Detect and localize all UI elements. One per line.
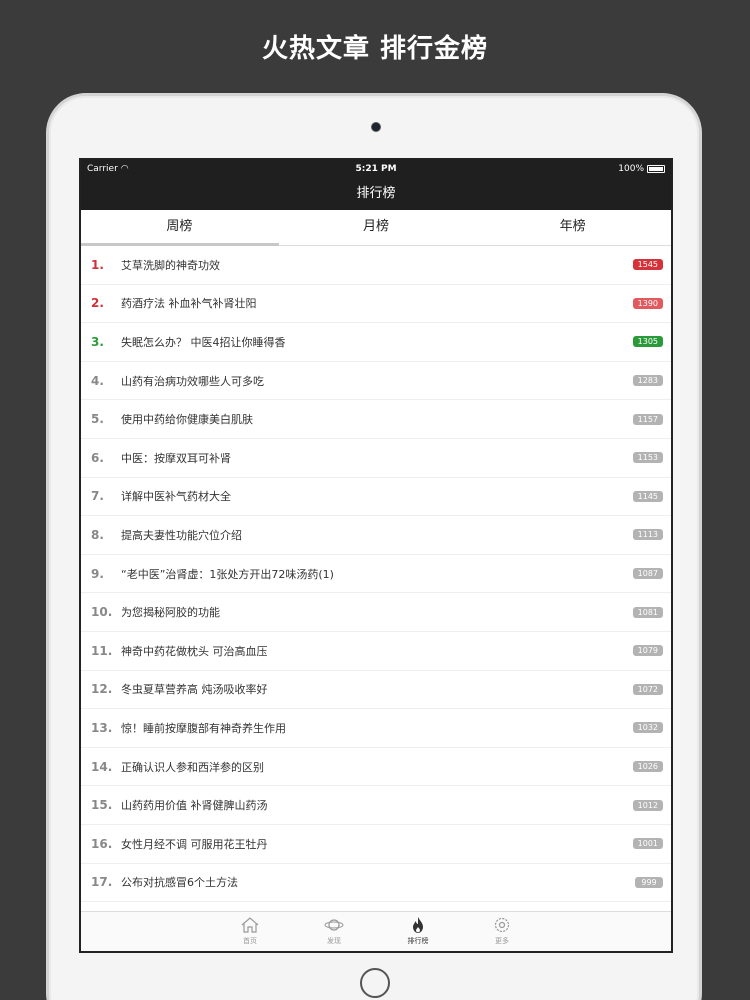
article-title: 冬虫夏草营养高 炖汤吸收率好: [121, 683, 268, 697]
view-count-badge: 1157: [632, 413, 663, 425]
rank-number: 17.: [91, 875, 113, 890]
tabbar-home[interactable]: 首页: [235, 916, 265, 951]
rank-number: 16.: [91, 836, 113, 851]
tabbar-more[interactable]: 更多: [487, 916, 517, 951]
rank-number: 5.: [91, 412, 104, 427]
home-icon: [241, 917, 259, 933]
list-item[interactable]: 15. 山药药用价值 补肾健脾山药汤 1012: [81, 786, 671, 825]
period-tabs: 周榜 月榜 年榜: [81, 210, 671, 246]
view-count-badge: 1001: [632, 838, 663, 850]
view-count-badge: 1012: [632, 799, 663, 811]
article-title: 使用中药给你健康美白肌肤: [121, 413, 253, 427]
list-item[interactable]: 4. 山药有治病功效哪些人可多吃 1283: [81, 362, 671, 401]
bottom-tab-bar: 首页 发现 排行榜 更多: [81, 911, 671, 951]
article-title: 为您揭秘阿胶的功能: [121, 606, 220, 620]
list-item[interactable]: 6. 中医：按摩双耳可补肾 1153: [81, 439, 671, 478]
view-count-badge: 1032: [632, 722, 663, 734]
battery-icon: [647, 165, 665, 173]
home-button[interactable]: [360, 968, 390, 998]
status-bar: Carrier ◠ 5:21 PM 100%: [81, 160, 671, 178]
rank-number: 7.: [91, 489, 104, 504]
article-title: 山药有治病功效哪些人可多吃: [121, 374, 264, 388]
view-count-badge: 1283: [632, 375, 663, 387]
gear-icon: [494, 917, 510, 933]
article-title: 药酒疗法 补血补气补肾壮阳: [121, 297, 257, 311]
rank-number: 12.: [91, 682, 113, 697]
list-item[interactable]: 3. 失眠怎么办？ 中医4招让你睡得香 1305: [81, 323, 671, 362]
tab-weekly[interactable]: 周榜: [81, 210, 278, 245]
planet-icon: [324, 919, 344, 931]
rank-number: 15.: [91, 798, 113, 813]
article-title: “老中医”治肾虚：1张处方开出72味汤药(1): [121, 567, 334, 581]
camera-icon: [371, 122, 381, 132]
list-item[interactable]: 13. 惊！睡前按摩腹部有神奇养生作用 1032: [81, 709, 671, 748]
flame-icon: [413, 917, 423, 933]
list-item[interactable]: 11. 神奇中药花做枕头 可治高血压 1079: [81, 632, 671, 671]
article-title: 详解中医补气药材大全: [121, 490, 231, 504]
tabbar-ranking[interactable]: 排行榜: [403, 916, 433, 951]
rank-number: 8.: [91, 527, 104, 542]
view-count-badge: 1113: [632, 529, 663, 541]
rank-number: 2.: [91, 296, 104, 311]
article-title: 公布对抗感冒6个土方法: [121, 876, 238, 890]
rank-number: 13.: [91, 720, 113, 735]
rank-number: 4.: [91, 373, 104, 388]
view-count-badge: 999: [635, 876, 663, 888]
battery-percent: 100%: [618, 164, 644, 174]
tabbar-home-label: 首页: [243, 937, 257, 945]
list-item[interactable]: 7. 详解中医补气药材大全 1145: [81, 478, 671, 517]
tabbar-discover[interactable]: 发现: [319, 916, 349, 951]
rank-number: 9.: [91, 566, 104, 581]
rank-number: 10.: [91, 605, 113, 620]
rank-number: 6.: [91, 450, 104, 465]
view-count-badge: 1026: [632, 761, 663, 773]
list-item[interactable]: 10. 为您揭秘阿胶的功能 1081: [81, 593, 671, 632]
tabbar-more-label: 更多: [495, 937, 509, 945]
app-screen: Carrier ◠ 5:21 PM 100% 排行榜 周榜 月榜 年榜 1. 艾草洗…: [79, 158, 673, 953]
status-time: 5:21 PM: [355, 164, 397, 174]
view-count-badge: 1145: [632, 490, 663, 502]
list-item[interactable]: 8. 提高夫妻性功能穴位介绍 1113: [81, 516, 671, 555]
view-count-badge: 1390: [632, 297, 663, 309]
view-count-badge: 1072: [632, 683, 663, 695]
article-title: 失眠怎么办？ 中医4招让你睡得香: [121, 335, 286, 349]
article-title: 神奇中药花做枕头 可治高血压: [121, 644, 268, 658]
list-item[interactable]: 1. 艾草洗脚的神奇功效 1545: [81, 246, 671, 285]
promo-headline: 火热文章 排行金榜: [261, 34, 489, 64]
tabbar-ranking-label: 排行榜: [407, 937, 429, 945]
view-count-badge: 1079: [632, 645, 663, 657]
list-item[interactable]: 2. 药酒疗法 补血补气补肾壮阳 1390: [81, 285, 671, 324]
rank-number: 14.: [91, 759, 113, 774]
list-item[interactable]: 17. 公布对抗感冒6个土方法 999: [81, 864, 671, 903]
tab-monthly[interactable]: 月榜: [278, 210, 475, 245]
article-title: 正确认识人参和西洋参的区别: [121, 760, 264, 774]
list-item[interactable]: 16. 女性月经不调 可服用花王牡丹 1001: [81, 825, 671, 864]
article-title: 中医：按摩双耳可补肾: [121, 451, 231, 465]
view-count-badge: 1545: [632, 259, 663, 271]
view-count-badge: 1081: [632, 606, 663, 618]
battery-indicator: 100%: [618, 164, 665, 174]
list-item[interactable]: 14. 正确认识人参和西洋参的区别 1026: [81, 748, 671, 787]
article-title: 艾草洗脚的神奇功效: [121, 258, 220, 272]
tabbar-discover-label: 发现: [327, 937, 341, 945]
ipad-frame: Carrier ◠ 5:21 PM 100% 排行榜 周榜 月榜 年榜 1. 艾草洗…: [46, 93, 702, 1000]
view-count-badge: 1305: [632, 336, 663, 348]
list-item[interactable]: 9. “老中医”治肾虚：1张处方开出72味汤药(1) 1087: [81, 555, 671, 594]
view-count-badge: 1153: [632, 452, 663, 464]
article-title: 惊！睡前按摩腹部有神奇养生作用: [121, 721, 286, 735]
article-list[interactable]: 1. 艾草洗脚的神奇功效 1545 2. 药酒疗法 补血补气补肾壮阳 1390 3. 失眠怎么…: [81, 246, 671, 903]
rank-number: 1.: [91, 257, 104, 272]
article-title: 提高夫妻性功能穴位介绍: [121, 528, 242, 542]
article-title: 女性月经不调 可服用花王牡丹: [121, 837, 268, 851]
nav-title: 排行榜: [81, 178, 671, 210]
list-item[interactable]: 12. 冬虫夏草营养高 炖汤吸收率好 1072: [81, 671, 671, 710]
rank-number: 11.: [91, 643, 113, 658]
article-title: 山药药用价值 补肾健脾山药汤: [121, 799, 268, 813]
rank-number: 3.: [91, 334, 104, 349]
list-item[interactable]: 5. 使用中药给你健康美白肌肤 1157: [81, 400, 671, 439]
tab-yearly[interactable]: 年榜: [474, 210, 671, 245]
view-count-badge: 1087: [632, 568, 663, 580]
